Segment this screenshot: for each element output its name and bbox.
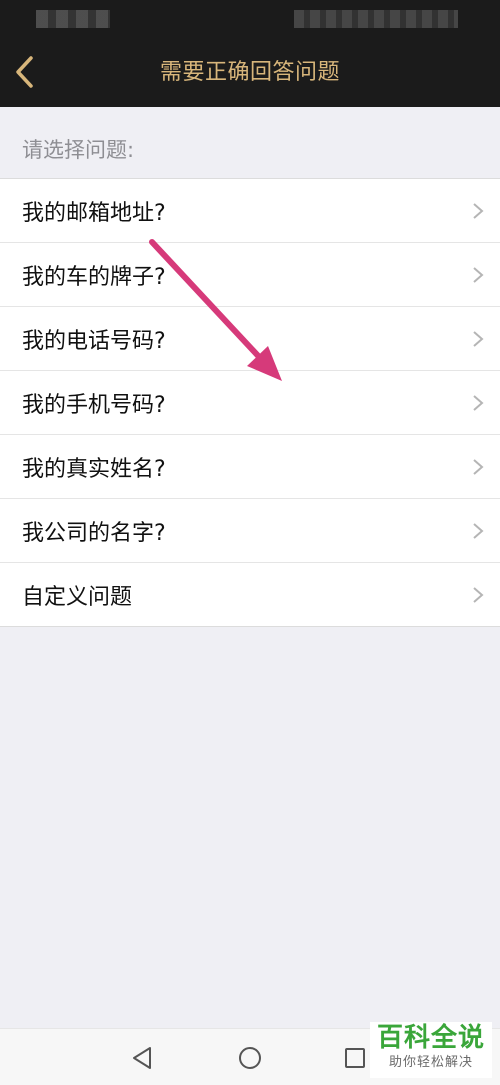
watermark-subtitle: 助你轻松解决: [388, 1055, 473, 1070]
chevron-right-icon: [473, 394, 484, 411]
list-item-car-brand[interactable]: 我的车的牌子?: [0, 243, 500, 307]
list-item-label: 我的真实姓名?: [22, 456, 166, 482]
list-item-label: 我的邮箱地址?: [22, 200, 166, 226]
chevron-right-icon: [473, 458, 484, 475]
page-title: 需要正确回答问题: [159, 60, 340, 85]
circle-home-icon[interactable]: [235, 1043, 265, 1073]
list-item-email[interactable]: 我的邮箱地址?: [0, 179, 500, 243]
list-item-label: 我的手机号码?: [22, 392, 166, 418]
list-item-label: 自定义问题: [22, 584, 133, 610]
chevron-right-icon: [473, 522, 484, 539]
list-item-label: 我的电话号码?: [22, 328, 166, 354]
list-item-company-name[interactable]: 我公司的名字?: [0, 499, 500, 563]
list-item-label: 我公司的名字?: [22, 520, 166, 546]
question-list: 我的邮箱地址? 我的车的牌子? 我的电话号码? 我的手机号码? 我的真实姓名? …: [0, 178, 500, 627]
chevron-right-icon: [473, 202, 484, 219]
chevron-right-icon: [473, 266, 484, 283]
status-bar: [0, 0, 500, 38]
list-item-custom-question[interactable]: 自定义问题: [0, 563, 500, 626]
header-bar: 需要正确回答问题: [0, 38, 500, 107]
list-item-label: 我的车的牌子?: [22, 264, 166, 290]
status-bar-right-blurred: [294, 10, 458, 28]
list-item-phone[interactable]: 我的电话号码?: [0, 307, 500, 371]
status-bar-left-blurred: [36, 10, 110, 28]
triangle-back-icon[interactable]: [128, 1043, 158, 1073]
list-item-mobile[interactable]: 我的手机号码?: [0, 371, 500, 435]
chevron-right-icon: [473, 586, 484, 603]
square-recent-icon[interactable]: [340, 1043, 370, 1073]
watermark-logo: 百科全说 助你轻松解决: [370, 1022, 492, 1078]
watermark-title: 百科全说: [376, 1023, 485, 1053]
section-label: 请选择问题:: [22, 138, 135, 162]
chevron-right-icon: [473, 330, 484, 347]
list-item-real-name[interactable]: 我的真实姓名?: [0, 435, 500, 499]
